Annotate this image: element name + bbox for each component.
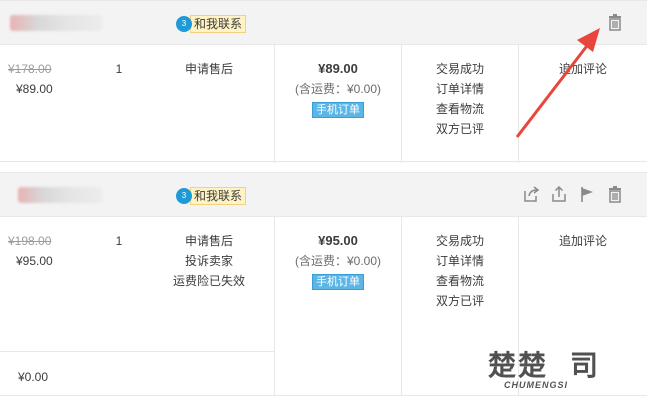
after-sale-links: 申请售后 投诉卖家 运费险已失效: [160, 231, 258, 291]
unit-price: ¥95.00: [16, 254, 53, 268]
order-detail-link[interactable]: 订单详情: [402, 251, 518, 271]
delete-icon[interactable]: [606, 13, 624, 31]
order-actions: [522, 185, 624, 203]
original-price: ¥198.00: [8, 234, 52, 248]
review-status: 双方已评: [435, 294, 484, 308]
shipping-insurance-status: 运费险已失效: [172, 274, 245, 288]
price-block: ¥198.00 ¥95.00: [8, 231, 68, 271]
trade-status: 交易成功: [435, 62, 484, 76]
complain-seller-link[interactable]: 投诉卖家: [160, 251, 258, 271]
mobile-order-badge: 手机订单: [312, 102, 364, 118]
contact-label: 和我联系: [190, 15, 247, 33]
contact-label: 和我联系: [190, 187, 247, 205]
watermark-main-text: 楚楚司: [488, 350, 601, 381]
quantity: 1: [115, 62, 123, 76]
sub-item-price: ¥0.00: [18, 370, 49, 384]
total-block: ¥89.00 (含运费：¥0.00) 手机订单: [275, 59, 401, 119]
annotation-arrow: [515, 28, 600, 138]
flag-icon[interactable]: [578, 185, 596, 203]
chat-icon: 3: [176, 16, 192, 32]
order-header: 3 和我联系: [0, 173, 647, 217]
shipping-note: (含运费：¥0.00): [294, 82, 382, 96]
total-price: ¥95.00: [318, 233, 358, 248]
order-detail-link[interactable]: 订单详情: [402, 79, 518, 99]
status-block: 交易成功 订单详情 查看物流 双方已评: [402, 59, 518, 139]
add-review-link[interactable]: 追加评论: [519, 231, 647, 251]
quantity: 1: [115, 234, 123, 248]
contact-seller-button[interactable]: 3 和我联系: [176, 187, 247, 205]
delete-icon[interactable]: [606, 185, 624, 203]
total-price: ¥89.00: [318, 61, 358, 76]
status-block: 交易成功 订单详情 查看物流 双方已评: [402, 231, 518, 311]
trade-status: 交易成功: [435, 234, 484, 248]
apply-after-sale-link[interactable]: 申请售后: [160, 231, 258, 251]
order-actions: [606, 13, 624, 31]
view-logistics-link[interactable]: 查看物流: [402, 99, 518, 119]
chat-icon: 3: [176, 188, 192, 204]
original-price: ¥178.00: [8, 62, 52, 76]
contact-seller-button[interactable]: 3 和我联系: [176, 15, 247, 33]
divider: [0, 351, 274, 352]
review-status: 双方已评: [435, 122, 484, 136]
unit-price: ¥89.00: [16, 82, 53, 96]
price-block: ¥178.00 ¥89.00: [8, 59, 68, 99]
mobile-order-badge: 手机订单: [312, 274, 364, 290]
share-icon[interactable]: [522, 185, 540, 203]
apply-after-sale-link[interactable]: 申请售后: [160, 59, 258, 79]
shop-name-blurred: [10, 15, 102, 31]
watermark-sub-text: CHUMENGSI: [504, 380, 569, 390]
shipping-note: (含运费：¥0.00): [294, 254, 382, 268]
view-logistics-link[interactable]: 查看物流: [402, 271, 518, 291]
watermark-logo: 楚楚司 CHUMENGSI: [470, 336, 645, 394]
upload-icon[interactable]: [550, 185, 568, 203]
shop-name-blurred: [18, 187, 102, 203]
total-block: ¥95.00 (含运费：¥0.00) 手机订单: [275, 231, 401, 291]
after-sale-links: 申请售后: [160, 59, 258, 79]
